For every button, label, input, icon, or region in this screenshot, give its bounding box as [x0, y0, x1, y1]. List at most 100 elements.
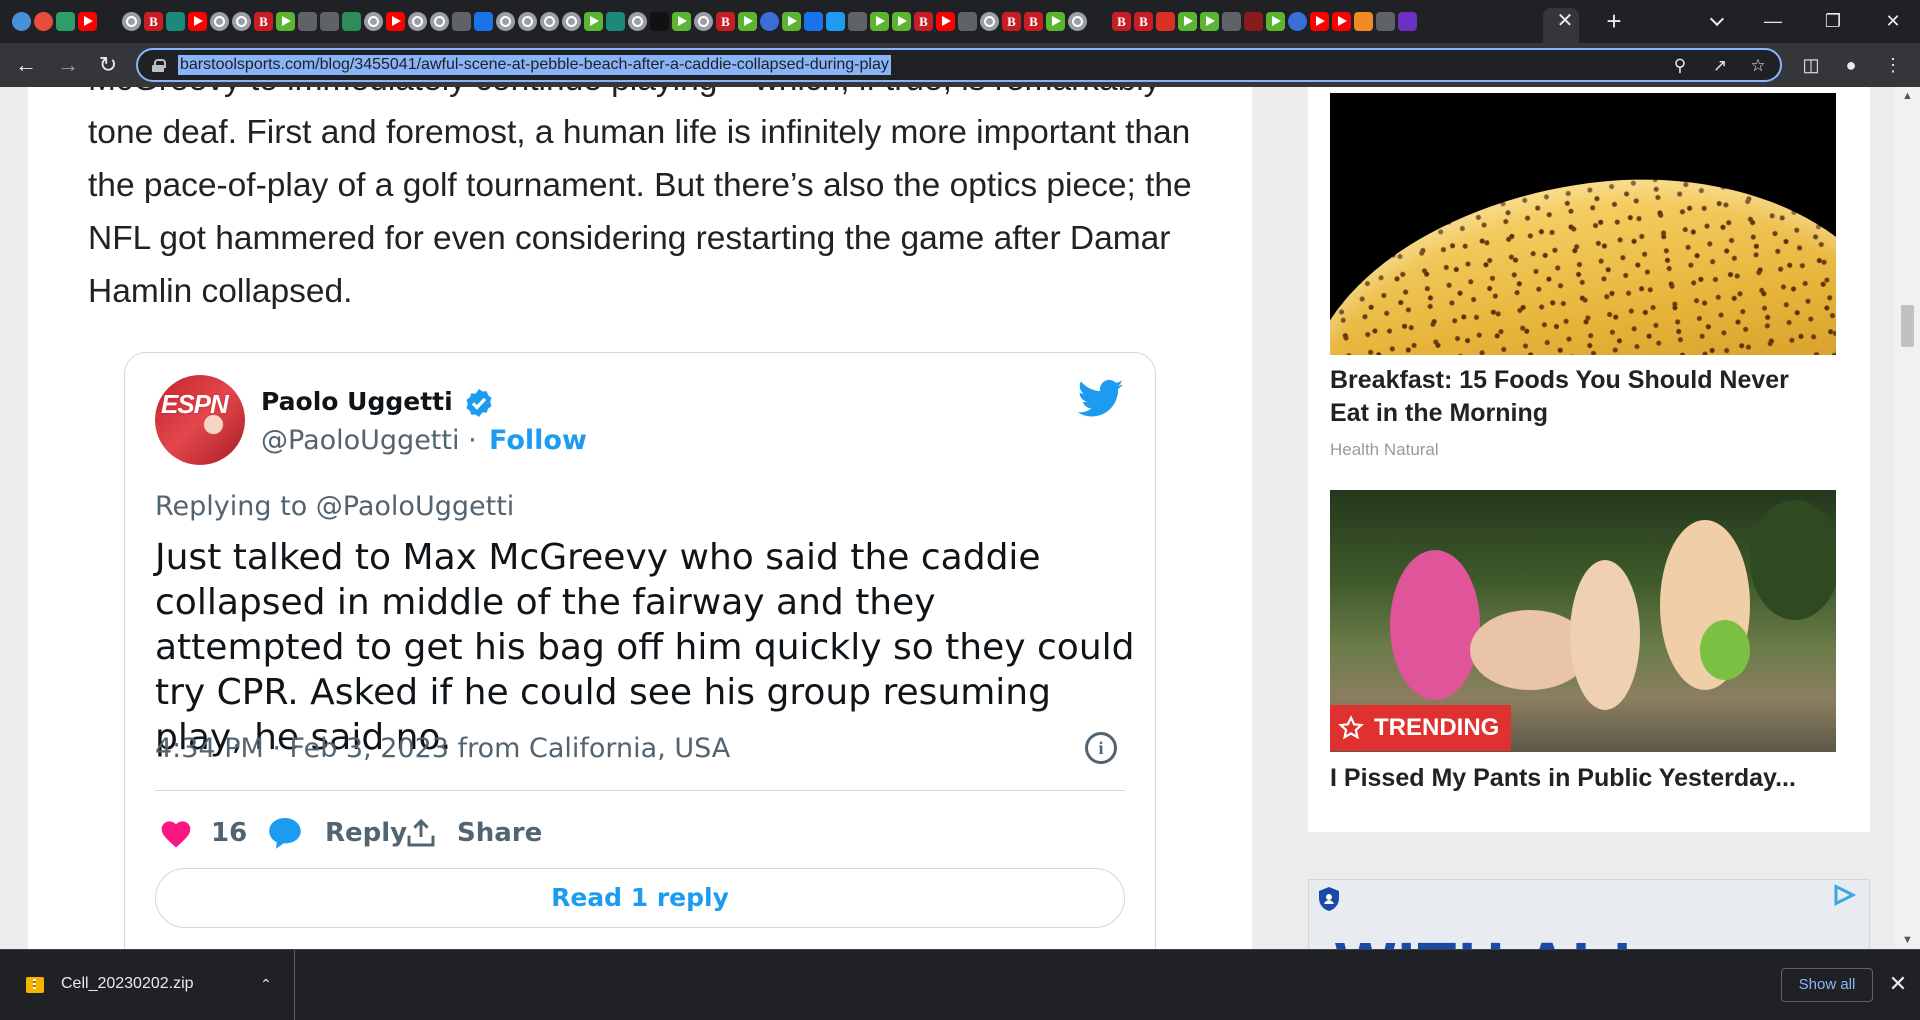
- orange-bookmark-favicon[interactable]: [1354, 11, 1373, 31]
- gray-circle-favicon[interactable]: [364, 11, 383, 31]
- close-download-bar-icon[interactable]: ✕: [1884, 970, 1912, 998]
- gray-arrow-favicon[interactable]: [848, 11, 867, 31]
- article1-thumbnail[interactable]: [1330, 93, 1836, 355]
- youtube-favicon[interactable]: [78, 11, 97, 31]
- reply-button[interactable]: Reply: [267, 811, 407, 855]
- close-window-button[interactable]: ✕: [1873, 6, 1913, 36]
- address-bar[interactable]: barstoolsports.com/blog/3455041/awful-sc…: [136, 48, 1782, 82]
- search-favicon[interactable]: [804, 11, 823, 31]
- blue-c-favicon[interactable]: [1288, 11, 1307, 31]
- gray-circle-favicon[interactable]: [430, 11, 449, 31]
- article1-title[interactable]: Breakfast: 15 Foods You Should Never Eat…: [1330, 364, 1830, 430]
- red-figure-favicon[interactable]: [1156, 11, 1175, 31]
- red-circle-favicon[interactable]: [34, 11, 53, 31]
- forward-button[interactable]: →: [52, 49, 84, 81]
- menu-icon[interactable]: ⋮: [1881, 53, 1905, 77]
- twitter-bird-icon[interactable]: [1078, 379, 1124, 419]
- gray-arrow-favicon[interactable]: [1222, 11, 1241, 31]
- green-play-favicon[interactable]: [276, 11, 295, 31]
- info-icon[interactable]: i: [1085, 732, 1117, 764]
- green-play-favicon[interactable]: [892, 11, 911, 31]
- new-tab-button[interactable]: +: [1600, 8, 1628, 36]
- avatar[interactable]: ESPN: [155, 375, 245, 465]
- zoom-icon[interactable]: ⚲: [1668, 54, 1692, 78]
- blue-c-favicon[interactable]: [760, 11, 779, 31]
- article2-thumbnail[interactable]: TRENDING: [1330, 490, 1836, 752]
- scroll-up-arrow-icon[interactable]: ▲: [1895, 87, 1920, 105]
- gray-circle-favicon[interactable]: [496, 11, 515, 31]
- tab-search-chevron-icon[interactable]: [1706, 10, 1730, 34]
- green-play-favicon[interactable]: [584, 11, 603, 31]
- follow-link[interactable]: Follow: [489, 425, 587, 456]
- youtube-favicon[interactable]: [386, 11, 405, 31]
- back-button[interactable]: ←: [10, 49, 42, 81]
- green-play-favicon[interactable]: [1200, 11, 1219, 31]
- youtube-favicon[interactable]: [1332, 11, 1351, 31]
- youtube-favicon[interactable]: [188, 11, 207, 31]
- bi-favicon[interactable]: B: [914, 11, 933, 31]
- bi-favicon[interactable]: B: [254, 11, 273, 31]
- minimize-button[interactable]: —: [1753, 6, 1793, 36]
- gray-circle-favicon[interactable]: [408, 11, 427, 31]
- side-panel-icon[interactable]: ◫: [1799, 53, 1823, 77]
- share-button[interactable]: Share: [405, 811, 542, 855]
- green-play-favicon[interactable]: [1046, 11, 1065, 31]
- adchoices-icon[interactable]: [1833, 884, 1857, 906]
- uu-favicon[interactable]: [1376, 11, 1395, 31]
- gray-arrow-favicon[interactable]: [452, 11, 471, 31]
- share-page-icon[interactable]: ↗: [1708, 54, 1732, 78]
- close-tab-icon[interactable]: ✕: [1554, 10, 1576, 32]
- blue-arrow-favicon[interactable]: [320, 11, 339, 31]
- bookmark-star-icon[interactable]: ☆: [1746, 54, 1770, 78]
- bjc-favicon[interactable]: [1244, 11, 1263, 31]
- scroll-down-arrow-icon[interactable]: ▼: [1895, 931, 1920, 949]
- article2-title[interactable]: I Pissed My Pants in Public Yesterday...: [1330, 762, 1850, 795]
- n-favicon[interactable]: [650, 11, 669, 31]
- gray-circle-favicon[interactable]: [980, 11, 999, 31]
- green-play-favicon[interactable]: [1178, 11, 1197, 31]
- gray-circle-favicon[interactable]: [562, 11, 581, 31]
- bi-favicon[interactable]: B: [716, 11, 735, 31]
- bi-favicon[interactable]: B: [1024, 11, 1043, 31]
- like-button[interactable]: 16: [159, 811, 247, 855]
- read-reply-button[interactable]: Read 1 reply: [155, 868, 1125, 928]
- lock-icon[interactable]: [152, 59, 166, 72]
- search-favicon[interactable]: [474, 11, 493, 31]
- gray-circle-favicon[interactable]: [540, 11, 559, 31]
- blank[interactable]: [1090, 11, 1109, 31]
- youtube-favicon[interactable]: [1310, 11, 1329, 31]
- green-stat-favicon[interactable]: [56, 11, 75, 31]
- green-play-favicon[interactable]: [672, 11, 691, 31]
- x-favicon[interactable]: [342, 11, 361, 31]
- replying-to-text[interactable]: Replying to @PaoloUggetti: [155, 491, 514, 522]
- bi-favicon[interactable]: B: [144, 11, 163, 31]
- gray-circle-favicon[interactable]: [518, 11, 537, 31]
- green-play-favicon[interactable]: [1266, 11, 1285, 31]
- profile-icon[interactable]: ●: [1839, 53, 1863, 77]
- bi-favicon[interactable]: B: [1134, 11, 1153, 31]
- globe-favicon[interactable]: [12, 11, 31, 31]
- green-play-favicon[interactable]: [738, 11, 757, 31]
- bi-favicon[interactable]: B: [1002, 11, 1021, 31]
- gray-circle-favicon[interactable]: [694, 11, 713, 31]
- green-play-favicon[interactable]: [782, 11, 801, 31]
- youtube-favicon[interactable]: [936, 11, 955, 31]
- embedded-tweet[interactable]: ESPN Paolo Uggetti @PaoloUggetti · Follo…: [124, 352, 1156, 949]
- teal-shield-favicon[interactable]: [606, 11, 625, 31]
- uu-favicon[interactable]: [958, 11, 977, 31]
- ad-banner[interactable]: WITH ALL: [1308, 879, 1870, 949]
- gray-arrow-favicon[interactable]: [298, 11, 317, 31]
- tweet-author-name[interactable]: Paolo Uggetti: [261, 387, 453, 416]
- tweet-author-handle[interactable]: @PaoloUggetti ·: [261, 425, 477, 456]
- gray-circle-favicon[interactable]: [1068, 11, 1087, 31]
- green-play-favicon[interactable]: [870, 11, 889, 31]
- tweet-timestamp[interactable]: 4:34 PM · Feb 3, 2023 from California, U…: [155, 733, 730, 764]
- twitter-favicon[interactable]: [826, 11, 845, 31]
- url-text[interactable]: barstoolsports.com/blog/3455041/awful-sc…: [178, 55, 891, 75]
- gray-circle-favicon[interactable]: [122, 11, 141, 31]
- article1-source[interactable]: Health Natural: [1330, 440, 1439, 460]
- purple-mail-favicon[interactable]: [1398, 11, 1417, 31]
- bi-favicon[interactable]: B: [1112, 11, 1131, 31]
- download-file-name[interactable]: Cell_20230202.zip: [61, 975, 194, 993]
- scroll-thumb[interactable]: [1901, 305, 1914, 347]
